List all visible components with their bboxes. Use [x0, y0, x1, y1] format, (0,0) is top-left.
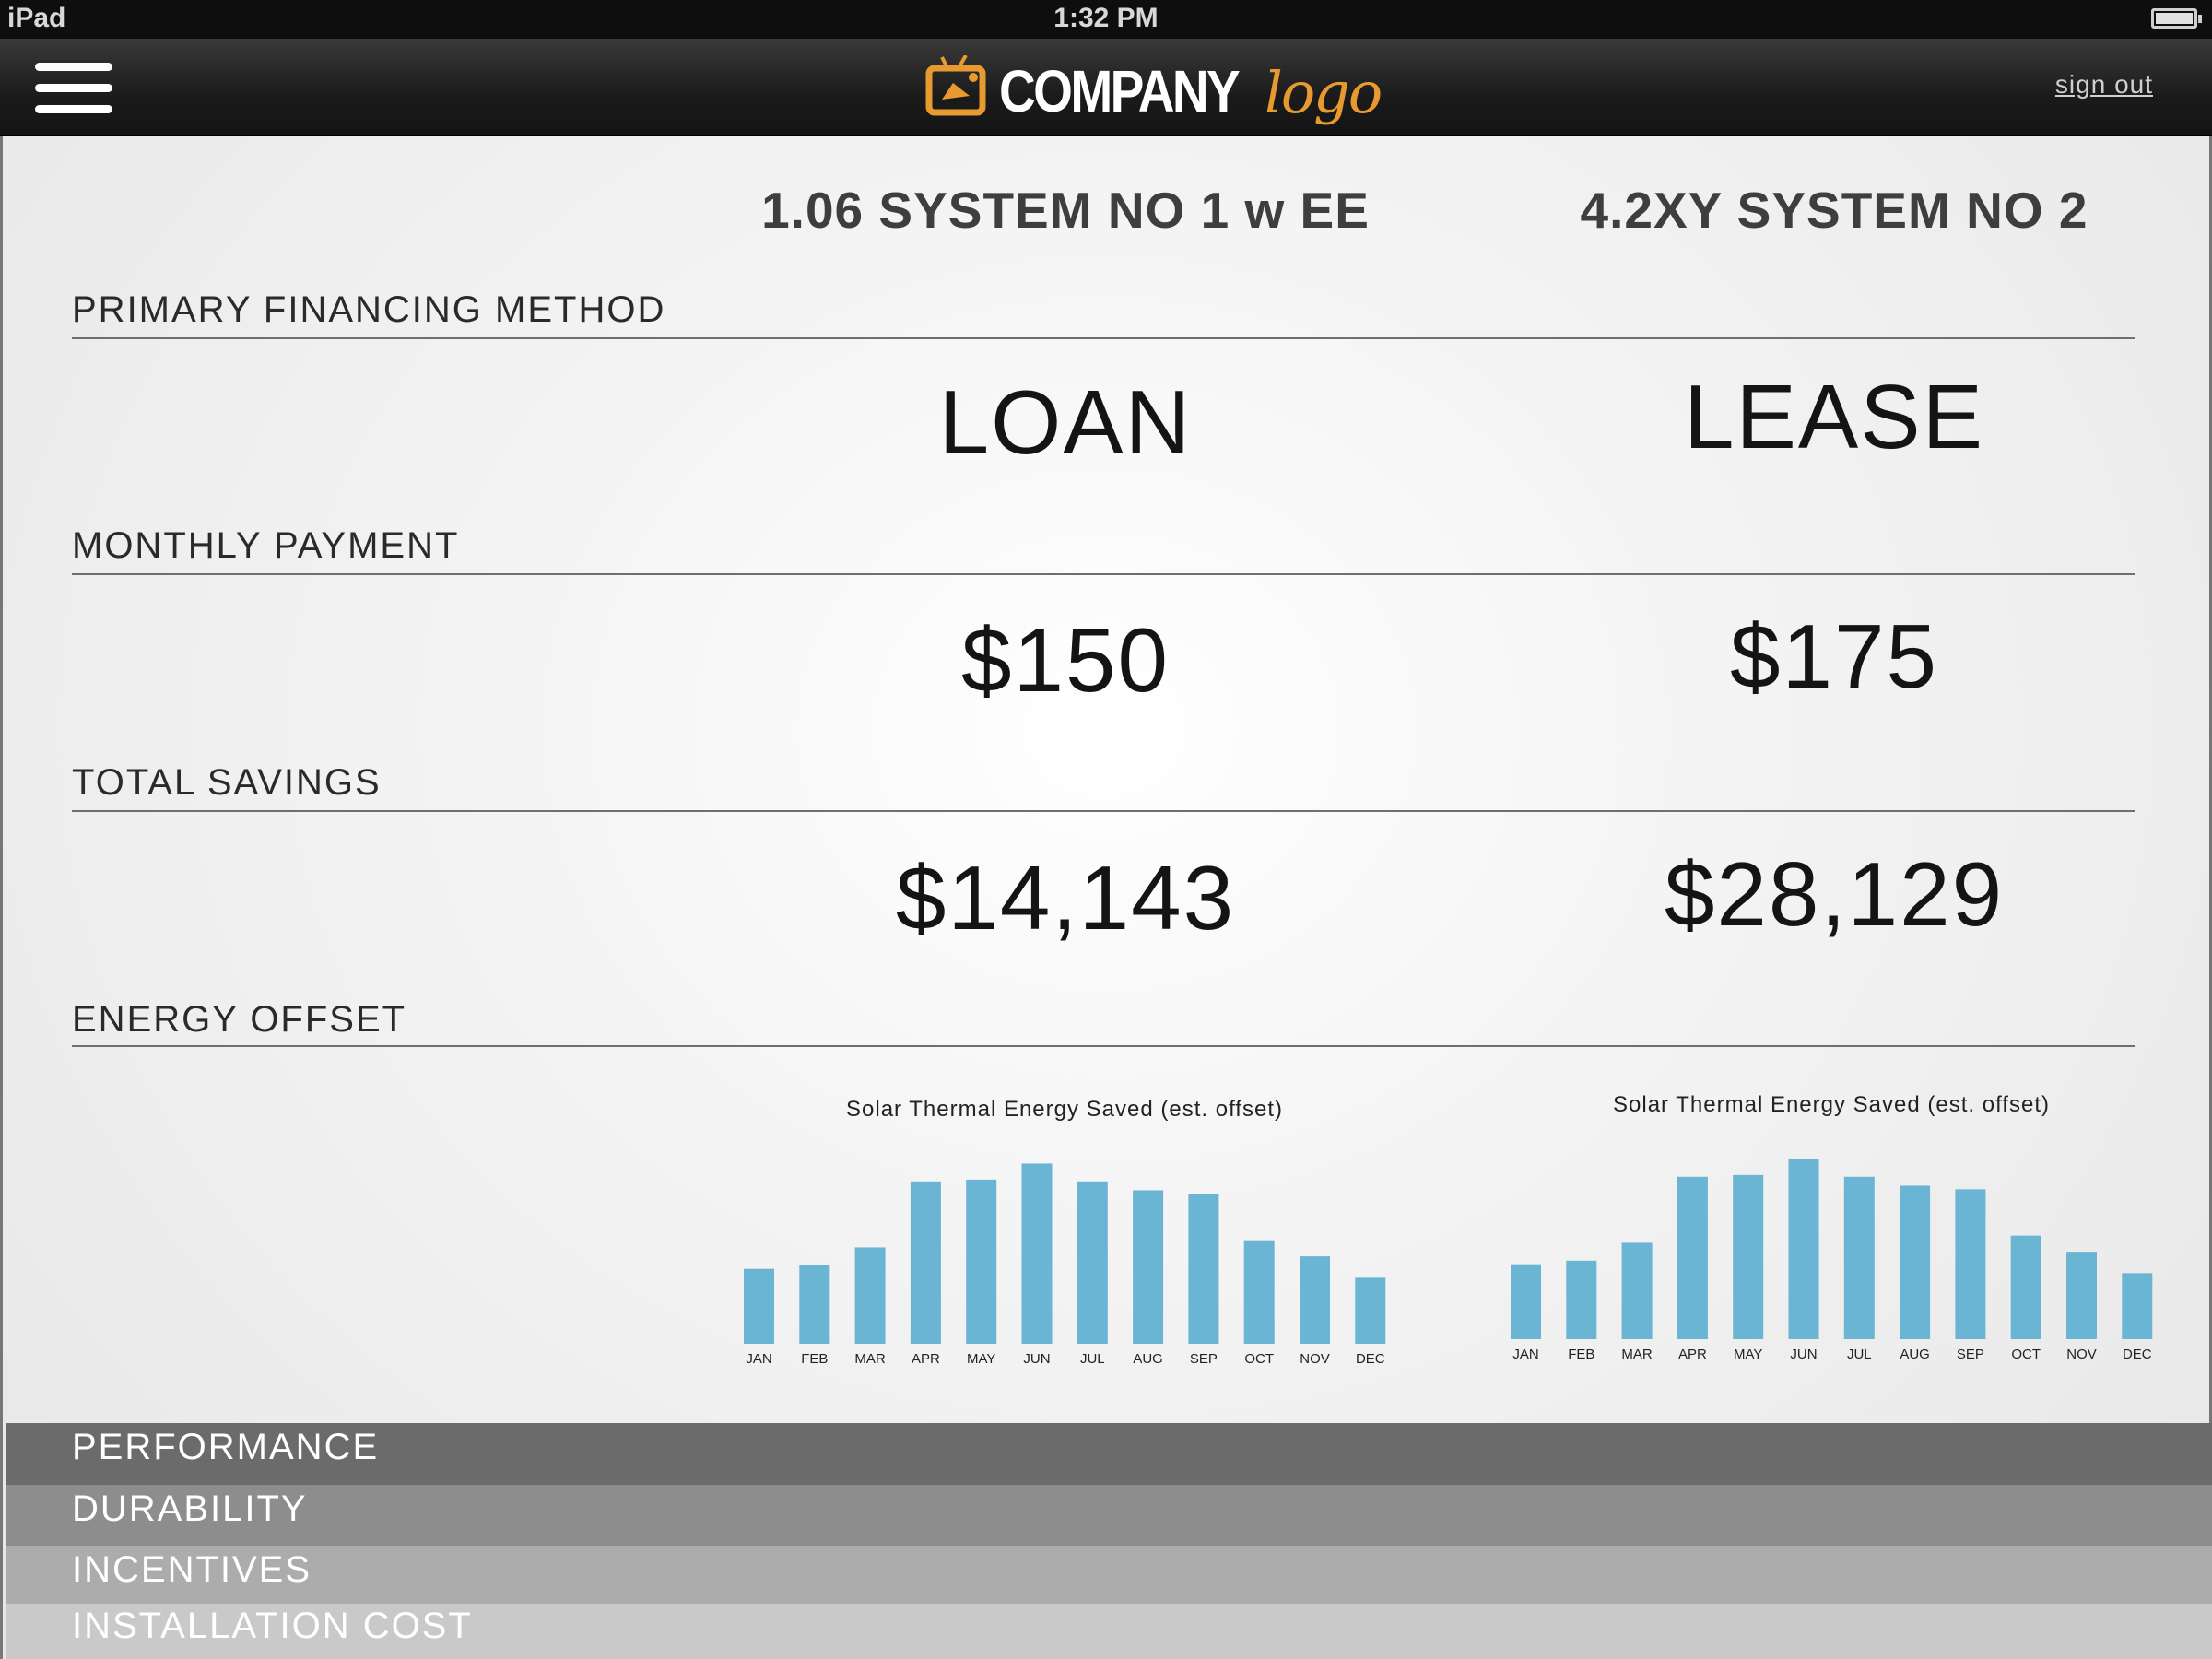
x-tick-label: JUL [1080, 1351, 1105, 1367]
status-bar: iPad 1:32 PM [0, 0, 2212, 39]
accordion-label: INCENTIVES [72, 1549, 312, 1590]
status-time: 1:32 PM [1053, 3, 1159, 33]
battery-icon [2151, 8, 2202, 29]
x-tick-label: AUG [1133, 1351, 1163, 1367]
accordion-label: DURABILITY [72, 1488, 308, 1529]
bar-mar [854, 1247, 886, 1344]
bar-jun [1788, 1159, 1819, 1339]
x-tick-label: JUN [1023, 1351, 1050, 1367]
bar-jan [744, 1268, 774, 1344]
incentives-section-tab[interactable]: INCENTIVES [6, 1546, 2212, 1604]
sign-out-link[interactable]: sign out [2055, 70, 2153, 100]
bar-nov [2066, 1252, 2097, 1339]
x-tick-label: JAN [1512, 1347, 1538, 1362]
bar-dec [2122, 1273, 2153, 1339]
system-2-financing: LEASE [1684, 366, 1984, 467]
system-1-monthly-payment: $150 [960, 609, 1170, 711]
x-tick-label: OCT [1244, 1351, 1274, 1367]
system-1-financing: LOAN [938, 371, 1193, 473]
bar-chart-plot: JAN FEB MAR APR MAY JUN JUL AUG SEP OCT NOV DEC [1511, 1159, 2153, 1362]
menu-icon[interactable] [35, 63, 112, 116]
company-logo: COMPANY logo [925, 42, 1382, 135]
x-tick-label: NOV [1300, 1351, 1330, 1367]
x-tick-label: MAY [1734, 1347, 1762, 1362]
app-screen [0, 0, 2212, 1659]
logo-wordmark: COMPANY [999, 58, 1241, 124]
energy-chart-system-1: Solar Thermal Energy Saved (est. offset)… [728, 1097, 1401, 1373]
x-tick-label: OCT [2011, 1347, 2041, 1362]
section-divider [72, 810, 2135, 812]
monthly-payment-label: MONTHLY PAYMENT [72, 525, 460, 566]
x-tick-label: SEP [1957, 1347, 1984, 1362]
financing-label: PRIMARY FINANCING METHOD [72, 289, 666, 330]
installation-cost-section-tab[interactable]: INSTALLATION COST [6, 1604, 2212, 1659]
total-savings-label: TOTAL SAVINGS [72, 762, 382, 803]
x-tick-label: APR [912, 1351, 940, 1367]
bar-sep [1955, 1189, 1986, 1339]
bar-jul [1843, 1176, 1875, 1339]
energy-chart-system-2: Solar Thermal Energy Saved (est. offset)… [1495, 1092, 2168, 1369]
section-divider [72, 1045, 2135, 1047]
bar-apr [910, 1181, 941, 1344]
bar-oct [2010, 1235, 2041, 1339]
x-tick-label: SEP [1190, 1351, 1218, 1367]
logo-script: logo [1265, 59, 1382, 126]
accordion-label: PERFORMANCE [72, 1427, 380, 1467]
bar-nov [1300, 1256, 1330, 1344]
x-tick-label: FEB [801, 1351, 828, 1367]
accordion-label: INSTALLATION COST [72, 1606, 473, 1646]
bar-mar [1621, 1242, 1653, 1339]
bar-aug [1133, 1190, 1164, 1344]
performance-section-tab[interactable]: PERFORMANCE [6, 1423, 2212, 1485]
system-2-total-savings: $28,129 [1664, 843, 2005, 945]
bar-jun [1021, 1163, 1053, 1344]
bar-jan [1511, 1264, 1541, 1339]
app-header: COMPANY logo sign out [0, 39, 2212, 136]
energy-offset-label: ENERGY OFFSET [72, 999, 407, 1040]
bar-may [966, 1179, 997, 1344]
x-tick-label: APR [1678, 1347, 1707, 1362]
x-tick-label: JAN [746, 1351, 771, 1367]
system-2-title: 4.2XY SYSTEM NO 2 [1580, 182, 2088, 239]
section-divider [72, 573, 2135, 575]
x-tick-label: NOV [2066, 1347, 2097, 1362]
system-1-title: 1.06 SYSTEM NO 1 w EE [761, 182, 1370, 239]
tv-logo-icon [925, 55, 986, 116]
x-tick-label: JUL [1847, 1347, 1872, 1362]
x-tick-label: JUN [1790, 1347, 1817, 1362]
bar-aug [1900, 1185, 1931, 1339]
x-tick-label: FEB [1568, 1347, 1594, 1362]
bar-dec [1355, 1277, 1386, 1344]
section-divider [72, 337, 2135, 339]
durability-section-tab[interactable]: DURABILITY [6, 1485, 2212, 1546]
x-tick-label: MAR [1621, 1347, 1653, 1362]
x-tick-label: MAY [967, 1351, 995, 1367]
bar-oct [1243, 1240, 1275, 1344]
bar-jul [1077, 1181, 1108, 1344]
bar-may [1733, 1174, 1764, 1339]
x-tick-label: DEC [1356, 1351, 1385, 1367]
bar-chart-plot: JAN FEB MAR APR MAY JUN JUL AUG SEP OCT NOV DEC [744, 1163, 1386, 1367]
bar-feb [1566, 1260, 1597, 1339]
bar-apr [1677, 1176, 1708, 1339]
x-tick-label: MAR [854, 1351, 886, 1367]
x-tick-label: DEC [2123, 1347, 2152, 1362]
x-tick-label: AUG [1900, 1347, 1930, 1362]
bar-sep [1188, 1194, 1219, 1344]
bar-feb [799, 1265, 830, 1344]
system-1-total-savings: $14,143 [895, 847, 1236, 948]
system-2-monthly-payment: $175 [1729, 606, 1938, 707]
